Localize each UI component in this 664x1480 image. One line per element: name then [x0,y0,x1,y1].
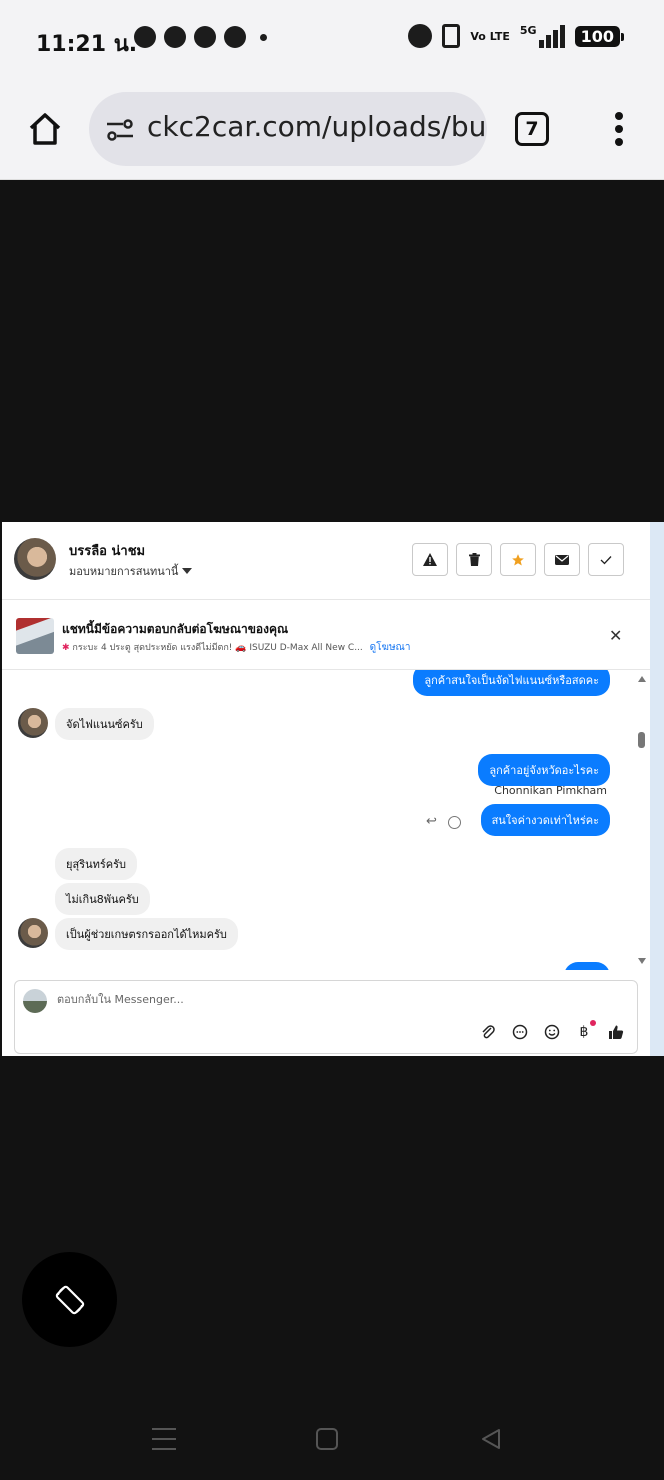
header-actions [412,543,624,576]
battery-indicator: 100 [574,25,625,47]
contact-avatar[interactable] [14,538,56,580]
view-ad-link[interactable]: ดูโฆษณา [370,642,411,653]
warning-icon [423,553,437,566]
page-avatar [23,989,47,1013]
mail-icon [555,554,569,565]
payment-icon[interactable]: ฿ [575,1020,596,1041]
composer-tools: ฿ [479,1020,625,1041]
assign-conversation-dropdown[interactable]: มอบหมายการสนทนานี้ [69,562,193,580]
scroll-down-arrow-icon[interactable] [638,958,646,964]
ad-banner-title: แชทนี้มีข้อความตอบกลับต่อโฆษณาของคุณ [62,622,289,636]
reply-input[interactable] [57,993,457,1006]
address-bar[interactable]: ckc2car.com/uploads/bu [89,92,487,166]
sparkle-icon: ✱ [62,643,70,653]
message-bubble-in[interactable]: ไม่เกิน8พันครับ [55,883,150,915]
contact-avatar-small [18,918,48,948]
line-icon [224,26,246,48]
caret-down-icon [182,568,193,574]
ad-description: กระบะ 4 ประตู สุดประหยัด แรงดีไม่มีตก! 🚗… [72,643,363,653]
chat-bubble-icon [164,26,186,48]
message-thread[interactable]: ลูกค้าสนใจเป็นจัดไฟแนนซ์หรือสดคะ จัดไฟแน… [2,670,640,970]
volte-indicator: Vo LTE [470,29,510,43]
overflow-menu-icon[interactable] [615,112,625,146]
message-bubble-out[interactable]: ลูกค้าอยู่จังหวัดอะไรคะ [478,754,610,786]
ad-banner-subtitle: ✱ กระบะ 4 ประตู สุดประหยัด แรงดีไม่มีตก!… [62,640,410,655]
rotate-screen-button[interactable] [22,1252,117,1347]
message-bubble-out[interactable]: สนใจค่างวดเท่าไหร่คะ [480,804,610,836]
star-icon [512,553,524,566]
scroll-up-arrow-icon[interactable] [638,676,646,682]
vibrate-icon [442,24,461,48]
embedded-screenshot: บรรลือ น่าชม มอบหมายการสนทนานี้ แชทนี้มี… [2,522,664,1056]
home-icon[interactable] [26,110,64,148]
system-navigation-bar [0,1400,664,1480]
recent-apps-icon[interactable] [152,1428,176,1450]
react-emoji-icon[interactable] [448,816,461,829]
warning-button[interactable] [412,543,448,576]
attach-icon[interactable] [479,1023,497,1041]
status-time: 11:21 น. [36,32,138,57]
notification-icons [134,26,267,48]
back-icon[interactable] [480,1428,502,1450]
emoji-icon[interactable] [543,1023,561,1041]
delete-button[interactable] [456,543,492,576]
ad-reply-banner: แชทนี้มีข้อความตอบกลับต่อโฆษณาของคุณ ✱ ก… [2,600,650,670]
star-button[interactable] [500,543,536,576]
messenger-icon [194,26,216,48]
message-composer: ฿ [14,980,638,1054]
thread-scrollbar[interactable] [636,670,648,970]
alarm-icon [408,24,433,48]
tab-switcher-button[interactable]: 7 [515,112,549,146]
saved-reply-icon[interactable] [511,1023,529,1041]
mark-done-button[interactable] [588,543,624,576]
side-strip [650,522,664,1056]
home-nav-icon[interactable] [316,1428,338,1450]
threads-icon [134,26,156,48]
rotate-icon [55,1285,84,1314]
signal-icon: 5G [520,24,565,48]
more-notifications-dot-icon [260,33,267,41]
contact-avatar-small [18,708,48,738]
message-bubble-in[interactable]: จัดไฟแนนซ์ครับ [55,708,154,740]
message-bubble-in[interactable]: เป็นผู้ช่วยเกษตรกรออกได้ไหมครับ [55,918,238,950]
scroll-thumb[interactable] [638,732,645,748]
message-bubble-in[interactable]: ยุสุรินทร์ครับ [55,848,137,880]
sender-name: Chonnikan Pimkham [494,784,607,797]
assign-label: มอบหมายการสนทนานี้ [69,565,179,578]
network-type: 5G [519,24,537,37]
status-bar: 11:21 น. Vo LTE 5G 100 [0,0,664,80]
conversation-header: บรรลือ น่าชม มอบหมายการสนทนานี้ [2,522,650,600]
trash-icon [468,553,480,566]
reply-icon[interactable]: ↩ [426,814,437,829]
notification-dot [590,1020,596,1026]
site-settings-icon[interactable] [105,118,135,142]
close-icon[interactable]: ✕ [609,626,622,645]
browser-toolbar: ckc2car.com/uploads/bu 7 [0,80,664,180]
ad-thumbnail[interactable] [16,618,54,654]
url-text[interactable]: ckc2car.com/uploads/bu [147,110,486,143]
message-bubble-out-partial[interactable] [564,962,610,970]
check-icon [600,555,612,564]
mail-button[interactable] [544,543,580,576]
system-icons: Vo LTE 5G 100 [408,24,625,48]
message-bubble-out[interactable]: ลูกค้าสนใจเป็นจัดไฟแนนซ์หรือสดคะ [413,670,610,696]
thumbs-up-icon[interactable] [607,1023,625,1041]
contact-name[interactable]: บรรลือ น่าชม [69,540,145,561]
